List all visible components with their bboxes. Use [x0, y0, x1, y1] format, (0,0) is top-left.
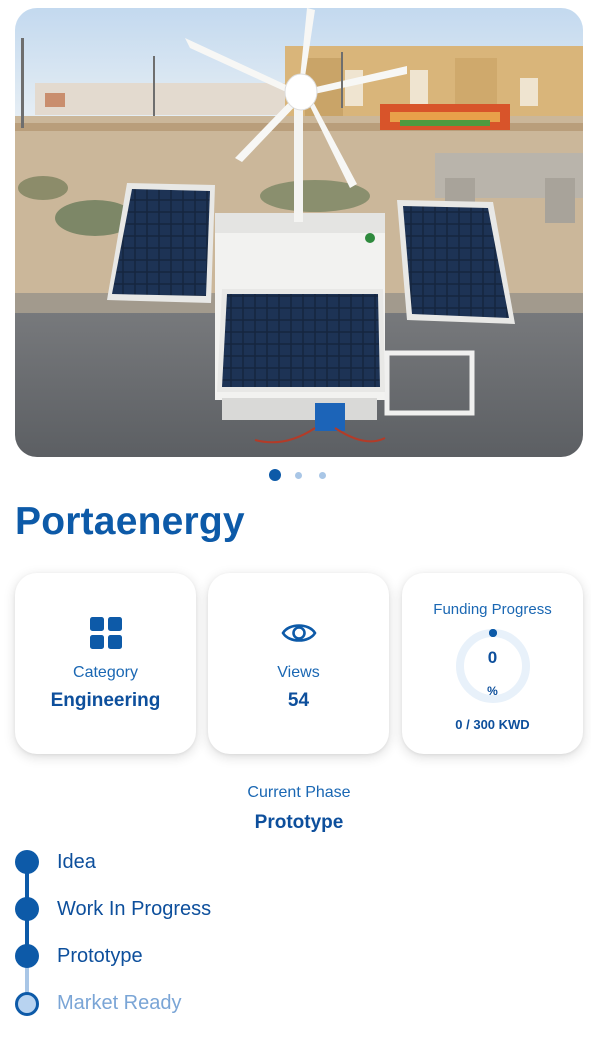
image-carousel-indicator: [0, 469, 591, 481]
carousel-dot[interactable]: [295, 472, 302, 479]
current-phase-value: Prototype: [254, 812, 344, 833]
funding-progress-label: Funding Progress: [433, 601, 552, 618]
timeline-node-idea: [15, 850, 39, 874]
timeline-node-work-in-progress: [15, 897, 39, 921]
project-image[interactable]: [15, 8, 583, 457]
carousel-dot[interactable]: [319, 472, 326, 479]
timeline-node-prototype: [15, 944, 39, 968]
grid-icon: [15, 616, 196, 650]
category-value: Engineering: [50, 690, 161, 711]
carousel-dot-active[interactable]: [269, 469, 281, 481]
category-card: Category Engineering: [15, 573, 196, 754]
category-label: Category: [73, 664, 138, 681]
eye-icon: [208, 616, 389, 650]
funding-progress-card: Funding Progress 0 % 0 / 300 KWD: [402, 573, 583, 754]
timeline-label-prototype: Prototype: [57, 945, 143, 967]
funding-amount: 0 / 300 KWD: [455, 717, 530, 732]
project-title: Portaenergy: [15, 500, 245, 543]
funding-percent-value: 0: [487, 648, 498, 667]
timeline-label-idea: Idea: [57, 851, 96, 873]
timeline-label-market-ready: Market Ready: [57, 992, 182, 1014]
views-value: 54: [287, 690, 310, 711]
views-label: Views: [277, 664, 320, 681]
views-card: Views 54: [208, 573, 389, 754]
funding-percent-sign: %: [487, 684, 498, 698]
timeline-label-work-in-progress: Work In Progress: [57, 898, 212, 920]
timeline-node-market-ready: [15, 992, 39, 1016]
current-phase-label: Current Phase: [247, 784, 351, 801]
project-photo-illustration: [15, 8, 583, 457]
